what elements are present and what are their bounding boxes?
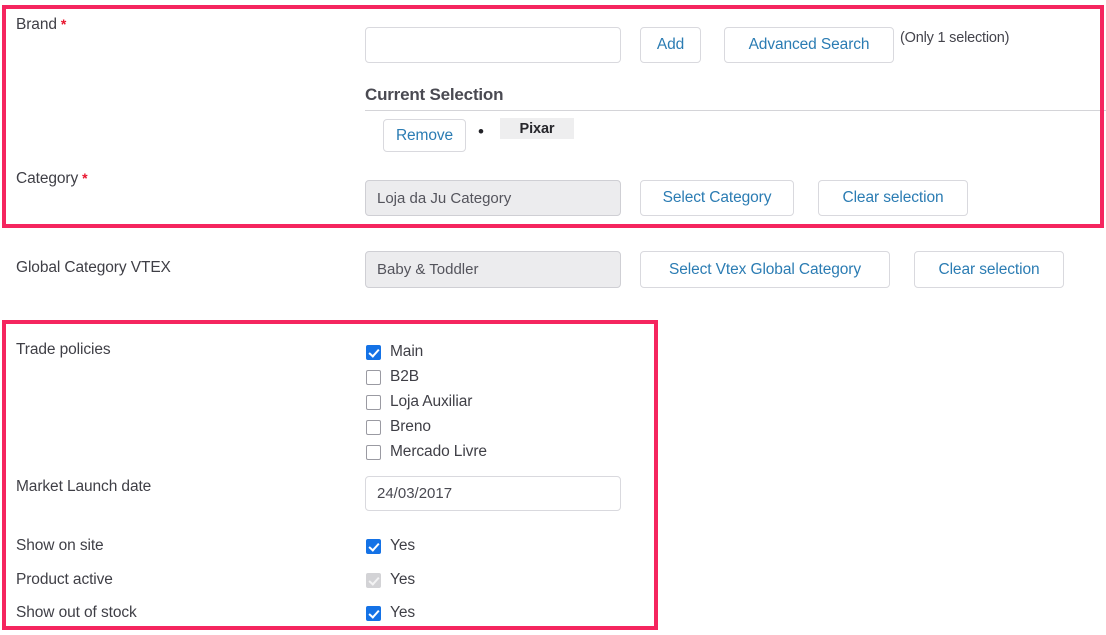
selection-bullet-icon: • bbox=[478, 123, 484, 140]
trade-policy-checkbox-b2b[interactable] bbox=[366, 370, 381, 385]
trade-policy-option-loja-auxiliar[interactable]: Loja Auxiliar bbox=[366, 393, 472, 411]
current-selection-heading: Current Selection bbox=[365, 85, 503, 105]
market-launch-date-label: Market Launch date bbox=[16, 478, 151, 496]
brand-label-text: Brand bbox=[16, 16, 57, 33]
show-out-of-stock-checkbox[interactable] bbox=[366, 606, 381, 621]
global-category-label: Global Category VTEX bbox=[16, 259, 171, 277]
show-out-of-stock-label: Show out of stock bbox=[16, 604, 137, 622]
remove-selection-button[interactable]: Remove bbox=[383, 119, 466, 152]
select-category-button[interactable]: Select Category bbox=[640, 180, 794, 216]
current-selection-divider bbox=[365, 110, 1106, 111]
brand-advanced-search-button[interactable]: Advanced Search bbox=[724, 27, 894, 63]
category-label: Category* bbox=[16, 170, 87, 188]
selected-brand-chip: Pixar bbox=[500, 118, 574, 139]
trade-policies-label: Trade policies bbox=[16, 341, 111, 359]
show-on-site-label: Show on site bbox=[16, 537, 104, 555]
show-on-site-option[interactable]: Yes bbox=[366, 537, 415, 555]
product-active-checkbox bbox=[366, 573, 381, 588]
brand-selection-hint: (Only 1 selection) bbox=[900, 30, 1009, 46]
show-on-site-value: Yes bbox=[390, 537, 415, 555]
category-label-text: Category bbox=[16, 170, 78, 187]
trade-policy-option-b2b[interactable]: B2B bbox=[366, 368, 419, 386]
trade-policy-label-main: Main bbox=[390, 343, 423, 361]
trade-policy-option-mercado-livre[interactable]: Mercado Livre bbox=[366, 443, 487, 461]
brand-label: Brand* bbox=[16, 16, 66, 34]
trade-policy-option-main[interactable]: Main bbox=[366, 343, 423, 361]
trade-policy-option-breno[interactable]: Breno bbox=[366, 418, 431, 436]
global-category-input[interactable] bbox=[365, 251, 621, 288]
product-active-option: Yes bbox=[366, 571, 415, 589]
trade-policy-label-breno: Breno bbox=[390, 418, 431, 436]
show-out-of-stock-option[interactable]: Yes bbox=[366, 604, 415, 622]
product-active-value: Yes bbox=[390, 571, 415, 589]
trade-policy-checkbox-mercado-livre[interactable] bbox=[366, 445, 381, 460]
product-active-label: Product active bbox=[16, 571, 113, 589]
trade-policy-label-loja-auxiliar: Loja Auxiliar bbox=[390, 393, 472, 411]
trade-policy-checkbox-loja-auxiliar[interactable] bbox=[366, 395, 381, 410]
trade-policy-label-mercado-livre: Mercado Livre bbox=[390, 443, 487, 461]
brand-required-marker: * bbox=[61, 16, 66, 32]
market-launch-date-input[interactable] bbox=[365, 476, 621, 511]
trade-policy-checkbox-main[interactable] bbox=[366, 345, 381, 360]
global-category-clear-selection-button[interactable]: Clear selection bbox=[914, 251, 1064, 288]
show-out-of-stock-value: Yes bbox=[390, 604, 415, 622]
trade-policy-checkbox-breno[interactable] bbox=[366, 420, 381, 435]
brand-input[interactable] bbox=[365, 27, 621, 63]
category-required-marker: * bbox=[82, 170, 87, 186]
category-input[interactable] bbox=[365, 180, 621, 216]
show-on-site-checkbox[interactable] bbox=[366, 539, 381, 554]
trade-policy-label-b2b: B2B bbox=[390, 368, 419, 386]
category-clear-selection-button[interactable]: Clear selection bbox=[818, 180, 968, 216]
brand-add-button[interactable]: Add bbox=[640, 27, 701, 63]
select-vtex-global-category-button[interactable]: Select Vtex Global Category bbox=[640, 251, 890, 288]
